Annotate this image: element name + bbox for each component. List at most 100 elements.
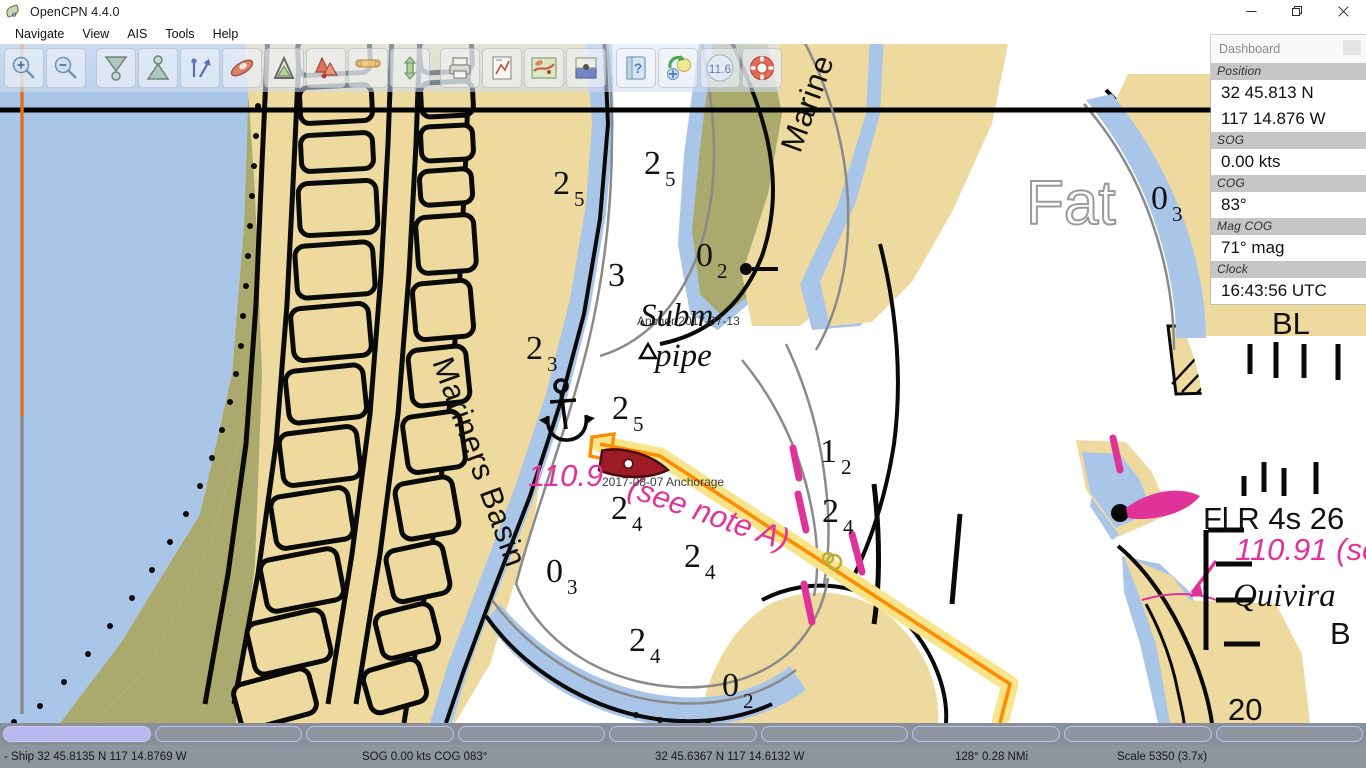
- radio-note-left: 110.9: [528, 458, 603, 493]
- svg-text:3: 3: [1172, 202, 1183, 226]
- chart-scale-out-icon[interactable]: [138, 48, 178, 88]
- app-icon: o: [4, 3, 22, 20]
- svg-text:2: 2: [553, 165, 570, 202]
- dashboard-value-clock: 16:43:56 UTC: [1211, 278, 1366, 304]
- dashboard-label-position: Position: [1211, 63, 1366, 80]
- dashboard-value-mag-cog: 71° mag: [1211, 235, 1366, 261]
- depth-20-label: 20: [1228, 692, 1262, 723]
- dashboard-value-longitude: 117 14.876 W: [1211, 106, 1366, 132]
- menu-navigate[interactable]: Navigate: [6, 25, 73, 43]
- svg-text:3: 3: [608, 257, 625, 294]
- dashboard-label-cog: COG: [1211, 175, 1366, 192]
- track-icon[interactable]: [306, 48, 346, 88]
- pipe-label: pipe: [653, 338, 712, 374]
- center-view-icon[interactable]: [390, 48, 430, 88]
- menu-view[interactable]: View: [73, 25, 118, 43]
- minimize-button[interactable]: [1228, 0, 1274, 23]
- chart-piano-key-6[interactable]: [912, 726, 1060, 742]
- status-bearing-range: 128° 0.28 NMi: [955, 750, 1028, 763]
- dashboard-value-latitude: 32 45.813 N: [1211, 80, 1366, 106]
- subm-label: Subm: [640, 298, 713, 334]
- status-cursor-position: 32 45.6367 N 117 14.6132 W: [655, 750, 805, 763]
- svg-text:2: 2: [644, 145, 661, 182]
- dashboard-close-icon[interactable]: [1343, 40, 1361, 55]
- menu-help[interactable]: Help: [204, 25, 248, 43]
- svg-text:2: 2: [526, 330, 543, 367]
- svg-text:4: 4: [843, 515, 854, 539]
- svg-text:4: 4: [632, 512, 643, 536]
- chart-piano-key-5[interactable]: [760, 726, 909, 742]
- svg-text:2: 2: [684, 538, 701, 575]
- zoom-out-icon[interactable]: [46, 48, 86, 88]
- quivira-label: Quivira: [1233, 578, 1336, 614]
- route-create-icon[interactable]: [222, 48, 262, 88]
- status-scale: Scale 5350 (3.7x): [1117, 750, 1208, 763]
- dashboard-label-sog: SOG: [1211, 132, 1366, 149]
- svg-text:4: 4: [705, 560, 716, 584]
- chart-piano-key-3[interactable]: [457, 726, 606, 742]
- dashboard-value-cog: 83°: [1211, 192, 1366, 218]
- chart-download-icon[interactable]: [566, 48, 606, 88]
- dashboard-label-mag-cog: Mag COG: [1211, 218, 1366, 235]
- dashboard-label-clock: Clock: [1211, 261, 1366, 278]
- chart-piano-bar[interactable]: [0, 723, 1366, 745]
- close-button[interactable]: [1320, 0, 1366, 23]
- menu-ais[interactable]: AIS: [118, 25, 156, 43]
- svg-text:0: 0: [1151, 180, 1168, 217]
- toolbar-separator-2: [432, 48, 438, 88]
- anchorage-waypoint-label: 2017-08-07 Anchorage: [602, 475, 724, 489]
- route-manager-icon[interactable]: [482, 48, 522, 88]
- dashboard-panel[interactable]: Dashboard Position 32 45.813 N 117 14.87…: [1211, 35, 1366, 304]
- toolbar-separator-1: [88, 48, 94, 88]
- radio-note-right: 110.91 (se: [1235, 532, 1366, 567]
- window-title: OpenCPN 4.4.0: [30, 4, 120, 19]
- mob-icon[interactable]: [742, 48, 782, 88]
- restore-button[interactable]: [1274, 0, 1320, 23]
- light-character-label: Fl R 4s 26: [1203, 501, 1344, 536]
- dashboard-title-bar: Dashboard: [1211, 35, 1366, 63]
- svg-text:0: 0: [546, 553, 563, 590]
- svg-text:0: 0: [722, 667, 739, 704]
- settings-grid-icon[interactable]: [348, 48, 388, 88]
- chart-canvas[interactable]: .snd{font-family:"Liberation Serif",seri…: [0, 44, 1366, 723]
- sounding: 3: [608, 257, 625, 294]
- window-controls: [1228, 0, 1366, 23]
- chart-piano-key-7[interactable]: [1063, 726, 1212, 742]
- chart-piano-key-8[interactable]: [1215, 726, 1364, 742]
- svg-text:2: 2: [612, 390, 629, 427]
- toolbar-separator-3: [608, 48, 614, 88]
- chart-scale-in-icon[interactable]: [96, 48, 136, 88]
- e-label: B: [1330, 616, 1351, 651]
- print-icon[interactable]: [440, 48, 480, 88]
- svg-text:1: 1: [820, 433, 837, 470]
- follow-ship-icon[interactable]: [180, 48, 220, 88]
- zoom-in-icon[interactable]: [4, 48, 44, 88]
- ais-target-icon[interactable]: [264, 48, 304, 88]
- svg-text:2: 2: [841, 455, 852, 479]
- tide-current-icon[interactable]: [658, 48, 698, 88]
- title-bar: o OpenCPN 4.4.0: [0, 0, 1366, 24]
- help-icon[interactable]: ?: [616, 48, 656, 88]
- status-bar: - Ship 32 45.8135 N 117 14.8769 W SOG 0.…: [0, 745, 1366, 768]
- svg-text:2: 2: [743, 689, 754, 713]
- svg-text:11.6: 11.6: [709, 62, 732, 76]
- main-toolbar: ? 11.6: [0, 44, 782, 92]
- dashboard-title: Dashboard: [1219, 42, 1281, 56]
- compass-icon[interactable]: 11.6: [700, 48, 740, 88]
- svg-text:2: 2: [717, 259, 728, 283]
- encdisplay-icon[interactable]: [524, 48, 564, 88]
- menu-tools[interactable]: Tools: [156, 25, 203, 43]
- svg-text:2: 2: [629, 622, 646, 659]
- chart-piano-key-0[interactable]: [3, 726, 151, 742]
- svg-text:4: 4: [650, 644, 661, 668]
- chart-piano-key-4[interactable]: [609, 726, 757, 742]
- svg-text:0: 0: [696, 237, 713, 274]
- svg-text:?: ?: [634, 60, 643, 76]
- svg-text:5: 5: [574, 187, 585, 211]
- svg-text:3: 3: [547, 352, 558, 376]
- fathoms-label: Fat: [1026, 169, 1116, 238]
- chart-piano-key-2[interactable]: [306, 726, 454, 742]
- svg-text:5: 5: [633, 412, 644, 436]
- menu-bar: Navigate View AIS Tools Help: [0, 23, 1366, 45]
- chart-piano-key-1[interactable]: [154, 726, 303, 742]
